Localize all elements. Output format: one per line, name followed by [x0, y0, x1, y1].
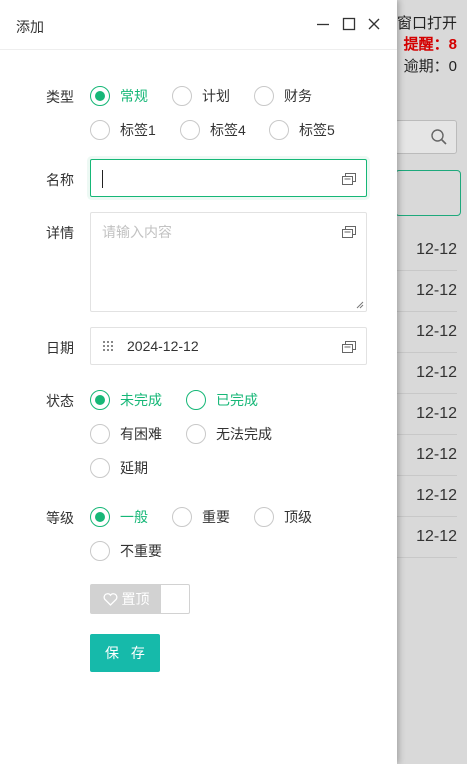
radio-label: 标签1: [120, 122, 156, 138]
radio-icon: [90, 424, 110, 444]
list-item[interactable]: 12-12: [395, 394, 457, 435]
pin-toggle-text: 置顶: [121, 591, 150, 607]
list-item[interactable]: 12-12: [395, 476, 457, 517]
radio-icon: [90, 120, 110, 140]
radio-label: 已完成: [216, 392, 258, 408]
status-label: 状态: [46, 393, 74, 409]
date-label: 日期: [46, 340, 74, 356]
radio-icon: [254, 86, 274, 106]
list-item[interactable]: 12-12: [395, 517, 457, 558]
calendar-icon: [103, 341, 113, 351]
list-item[interactable]: 12-12: [395, 435, 457, 476]
type-option-regular[interactable]: 常规: [90, 86, 148, 106]
list-item[interactable]: 12-12: [395, 312, 457, 353]
radio-label: 常规: [120, 88, 148, 104]
details-textarea[interactable]: 请输入内容: [90, 212, 367, 312]
pin-toggle[interactable]: 置顶: [90, 584, 190, 614]
radio-label: 重要: [202, 509, 230, 525]
add-button-background[interactable]: [395, 170, 461, 216]
level-option-top[interactable]: 顶级: [254, 507, 312, 527]
status-option-unable[interactable]: 无法完成: [186, 424, 272, 444]
clear-icon[interactable]: [342, 341, 356, 353]
radio-icon: [172, 507, 192, 527]
add-dialog: 添加 类型 常规 计划 财务 标签1 标签4 标签5 名称 详情 请输入内容 日…: [0, 0, 397, 764]
maximize-icon[interactable]: [341, 16, 357, 32]
radio-icon: [90, 541, 110, 561]
text-caret: [102, 170, 103, 188]
type-label: 类型: [46, 89, 74, 105]
radio-label: 无法完成: [216, 426, 272, 442]
level-option-important[interactable]: 重要: [172, 507, 230, 527]
heart-icon: [103, 592, 117, 606]
overdue-count: 逾期：0: [403, 58, 457, 75]
level-label: 等级: [46, 510, 74, 526]
date-value: 2024-12-12: [127, 338, 199, 354]
close-icon[interactable]: [366, 16, 382, 32]
status-option-difficult[interactable]: 有困难: [90, 424, 162, 444]
radio-label: 延期: [120, 460, 148, 476]
radio-label: 计划: [202, 88, 230, 104]
radio-checked-icon: [90, 390, 110, 410]
type-option-tag1[interactable]: 标签1: [90, 120, 156, 140]
dialog-title: 添加: [16, 19, 44, 35]
radio-icon: [186, 390, 206, 410]
resize-handle-icon[interactable]: [356, 301, 364, 309]
level-option-unimportant[interactable]: 不重要: [90, 541, 162, 561]
search-box[interactable]: [395, 120, 457, 154]
date-input[interactable]: 2024-12-12: [90, 327, 367, 365]
status-option-postponed[interactable]: 延期: [90, 458, 148, 478]
pin-toggle-label-segment: 置顶: [91, 585, 161, 613]
dialog-titlebar: 添加: [0, 0, 397, 50]
radio-checked-icon: [90, 86, 110, 106]
radio-label: 不重要: [120, 543, 162, 559]
radio-icon: [172, 86, 192, 106]
level-option-normal[interactable]: 一般: [90, 507, 148, 527]
type-option-finance[interactable]: 财务: [254, 86, 312, 106]
list-item[interactable]: 12-12: [395, 271, 457, 312]
type-option-tag5[interactable]: 标签5: [269, 120, 335, 140]
name-input[interactable]: [90, 159, 367, 197]
clear-icon[interactable]: [342, 173, 356, 185]
details-label: 详情: [46, 225, 74, 241]
list-item[interactable]: 12-12: [395, 353, 457, 394]
radio-label: 标签5: [299, 122, 335, 138]
radio-label: 标签4: [210, 122, 246, 138]
type-option-tag4[interactable]: 标签4: [180, 120, 246, 140]
details-placeholder: 请输入内容: [102, 224, 172, 240]
radio-checked-icon: [90, 507, 110, 527]
type-option-plan[interactable]: 计划: [172, 86, 230, 106]
radio-icon: [186, 424, 206, 444]
status-option-completed[interactable]: 已完成: [186, 390, 258, 410]
clear-icon[interactable]: [342, 226, 356, 238]
window-open-text: 窗口打开: [396, 15, 457, 32]
radio-label: 顶级: [284, 509, 312, 525]
save-button[interactable]: 保 存: [90, 634, 160, 672]
task-list: 12-12 12-12 12-12 12-12 12-12 12-12 12-1…: [395, 230, 457, 558]
radio-icon: [254, 507, 274, 527]
status-option-incomplete[interactable]: 未完成: [90, 390, 162, 410]
search-icon[interactable]: [430, 128, 448, 146]
radio-icon: [269, 120, 289, 140]
radio-label: 未完成: [120, 392, 162, 408]
name-label: 名称: [46, 172, 74, 188]
radio-icon: [90, 458, 110, 478]
alert-count: 提醒：8: [403, 36, 457, 53]
radio-icon: [180, 120, 200, 140]
radio-label: 有困难: [120, 426, 162, 442]
minimize-icon[interactable]: [315, 16, 331, 32]
radio-label: 一般: [120, 509, 148, 525]
list-item[interactable]: 12-12: [395, 230, 457, 271]
radio-label: 财务: [284, 88, 312, 104]
